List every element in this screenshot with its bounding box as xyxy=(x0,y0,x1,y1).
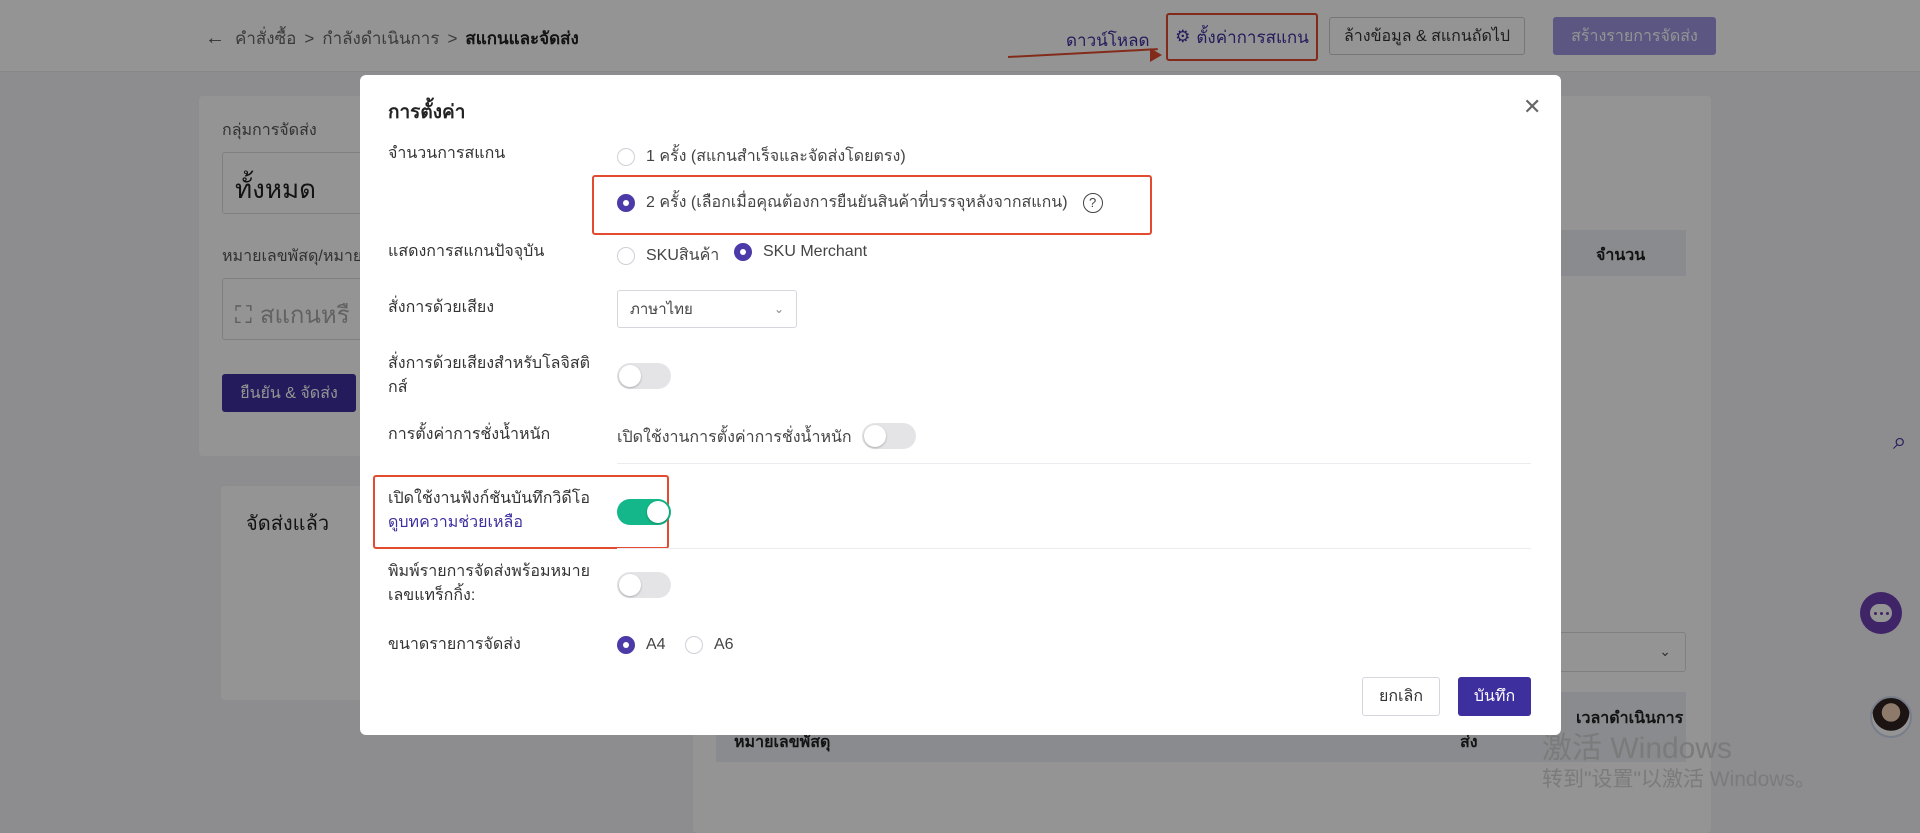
paper-size-a6-label: A6 xyxy=(714,636,734,653)
voice-language-select[interactable]: ภาษาไทย ⌄ xyxy=(617,290,797,328)
current-scan-label: แสดงการสแกนปัจจุบัน xyxy=(388,243,545,260)
radio-checked[interactable] xyxy=(617,636,635,654)
divider xyxy=(617,463,1531,464)
radio-checked[interactable] xyxy=(734,243,752,261)
paper-size-label: ขนาดรายการจัดส่ง xyxy=(388,636,521,653)
print-tracking-toggle[interactable] xyxy=(617,572,671,598)
help-article-link[interactable]: ดูบทความช่วยเหลือ xyxy=(388,511,608,535)
scan-count-label: จำนวนการสแกน xyxy=(388,145,506,162)
scan-count-option-2[interactable]: 2 ครั้ง (เลือกเมื่อคุณต้องการยืนยันสินค้… xyxy=(617,190,1103,215)
radio-checked[interactable] xyxy=(617,193,635,212)
save-button[interactable]: บันทึก xyxy=(1458,677,1531,716)
radio-unchecked[interactable] xyxy=(617,246,635,265)
radio-unchecked[interactable] xyxy=(617,147,635,166)
radio-unchecked[interactable] xyxy=(685,636,703,654)
paper-size-a4-label: A4 xyxy=(646,636,666,653)
weighing-toggle[interactable] xyxy=(862,423,916,449)
voice-command-label: สั่งการด้วยเสียง xyxy=(388,299,495,316)
current-scan-option-1-label: SKUสินค้า xyxy=(646,247,720,264)
video-recording-label: เปิดใช้งานฟังก์ชันบันทึกวิดีโอ xyxy=(388,490,590,507)
weighing-settings-label: การตั้งค่าการชั่งน้ำหนัก xyxy=(388,426,551,443)
current-scan-option-2-label: SKU Merchant xyxy=(763,243,868,260)
print-tracking-label: พิมพ์รายการจัดส่งพร้อมหมายเลขแทร็กกิ้ง: xyxy=(388,563,590,604)
scan-count-option-1[interactable]: 1 ครั้ง (สแกนสำเร็จและจัดส่งโดยตรง) xyxy=(617,144,906,169)
settings-modal: การตั้งค่า ✕ จำนวนการสแกน 1 ครั้ง (สแกนส… xyxy=(360,75,1561,735)
scan-count-option-2-label: 2 ครั้ง (เลือกเมื่อคุณต้องการยืนยันสินค้… xyxy=(646,194,1068,211)
voice-language-value: ภาษาไทย xyxy=(630,301,693,318)
current-scan-option-1[interactable]: SKUสินค้า xyxy=(617,243,719,268)
logistics-voice-label: สั่งการด้วยเสียงสำหรับโลจิสติกส์ xyxy=(388,355,590,396)
modal-title: การตั้งค่า xyxy=(388,102,466,123)
paper-size-option-a4[interactable]: A4 xyxy=(617,636,666,654)
cancel-button[interactable]: ยกเลิก xyxy=(1362,677,1440,716)
paper-size-option-a6[interactable]: A6 xyxy=(685,636,734,654)
close-icon[interactable]: ✕ xyxy=(1523,94,1541,120)
weighing-toggle-text: เปิดใช้งานการตั้งค่าการชั่งน้ำหนัก xyxy=(617,429,852,446)
scan-count-option-1-label: 1 ครั้ง (สแกนสำเร็จและจัดส่งโดยตรง) xyxy=(646,148,906,165)
chevron-down-icon: ⌄ xyxy=(773,302,784,316)
video-recording-toggle[interactable] xyxy=(617,499,671,525)
question-icon[interactable]: ? xyxy=(1082,192,1103,213)
current-scan-option-2[interactable]: SKU Merchant xyxy=(734,243,867,261)
logistics-voice-toggle[interactable] xyxy=(617,363,671,389)
divider xyxy=(617,548,1531,549)
